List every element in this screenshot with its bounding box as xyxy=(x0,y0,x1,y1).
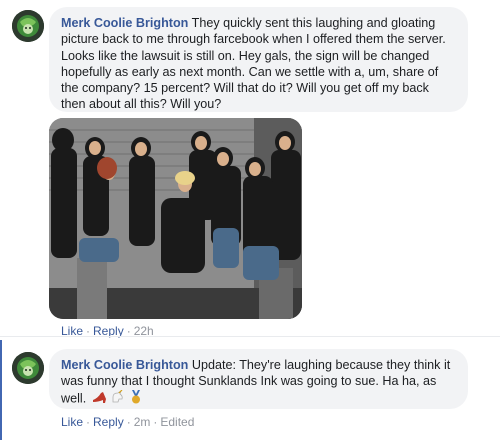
high-heel-icon xyxy=(92,391,106,403)
emoji-group xyxy=(92,389,143,408)
medal-icon xyxy=(131,389,140,404)
commenter-avatar[interactable] xyxy=(12,352,44,384)
avatar-image xyxy=(12,10,44,42)
comment-bubble: Merk Coolie Brighton Update: They're lau… xyxy=(49,349,468,409)
edited-label[interactable]: Edited xyxy=(160,415,194,429)
commenter-avatar[interactable] xyxy=(12,10,44,42)
comment-author[interactable]: Merk Coolie Brighton xyxy=(61,358,188,372)
separator: · xyxy=(153,415,158,429)
unicorn-icon xyxy=(112,389,123,402)
avatar-image xyxy=(12,352,44,384)
comment-photo[interactable] xyxy=(49,118,302,319)
separator: · xyxy=(86,415,91,429)
like-link[interactable]: Like xyxy=(61,415,83,429)
thread-divider xyxy=(0,336,500,337)
separator: · xyxy=(126,415,131,429)
reply-link[interactable]: Reply xyxy=(93,415,124,429)
comment-author[interactable]: Merk Coolie Brighton xyxy=(61,16,188,30)
reply-thread-indicator xyxy=(0,340,2,440)
group-photo-image xyxy=(49,118,302,319)
comment-actions: Like · Reply · 2m · Edited xyxy=(61,415,194,429)
comment-text: They quickly sent this laughing and gloa… xyxy=(61,16,446,112)
comment-timestamp[interactable]: 2m xyxy=(134,415,151,429)
comment-bubble: Merk Coolie Brighton They quickly sent t… xyxy=(49,7,468,112)
